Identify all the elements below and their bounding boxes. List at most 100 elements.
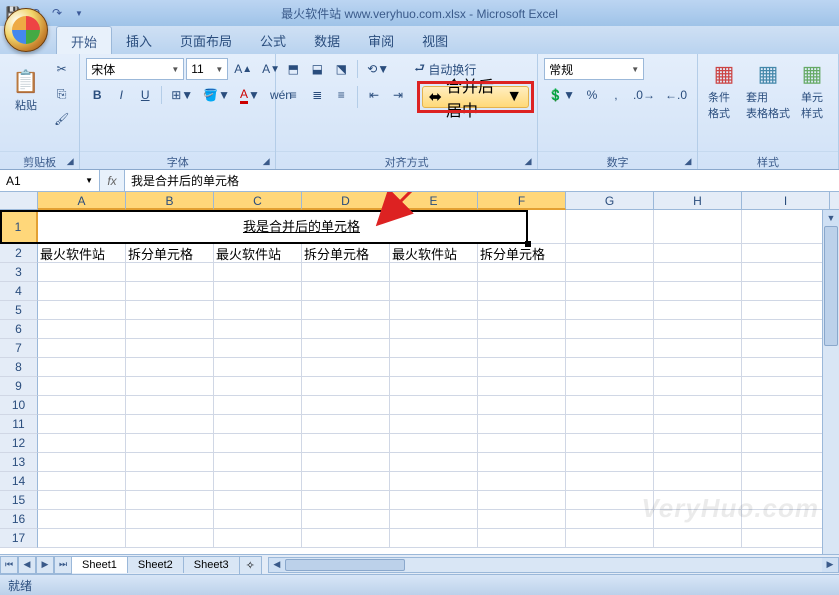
cell[interactable]	[478, 529, 566, 548]
row-header[interactable]: 17	[0, 529, 38, 548]
column-header[interactable]: A	[38, 192, 126, 210]
cell[interactable]	[654, 339, 742, 358]
column-header[interactable]: E	[390, 192, 478, 210]
row-header[interactable]: 1	[0, 210, 38, 244]
cell[interactable]	[214, 434, 302, 453]
cell[interactable]	[654, 263, 742, 282]
cell[interactable]	[566, 210, 654, 244]
font-color-button[interactable]: A▼	[236, 84, 264, 106]
fx-icon[interactable]: fx	[100, 174, 124, 188]
cell[interactable]	[742, 210, 830, 244]
cell[interactable]	[654, 491, 742, 510]
cell[interactable]	[126, 491, 214, 510]
cell[interactable]	[566, 396, 654, 415]
cell[interactable]	[566, 472, 654, 491]
tab-data[interactable]: 数据	[300, 26, 354, 54]
cell[interactable]	[126, 358, 214, 377]
cell[interactable]	[654, 244, 742, 263]
cell[interactable]	[390, 434, 478, 453]
cell[interactable]	[302, 396, 390, 415]
cell[interactable]	[566, 358, 654, 377]
cell[interactable]: 拆分单元格	[126, 244, 214, 263]
row-header[interactable]: 11	[0, 415, 38, 434]
cell[interactable]	[214, 282, 302, 301]
row-header[interactable]: 2	[0, 244, 38, 263]
sheet-tab-2[interactable]: Sheet2	[127, 556, 184, 573]
copy-button[interactable]: ⎘	[50, 83, 73, 105]
font-size-select[interactable]: 11▼	[186, 58, 228, 80]
cell[interactable]	[214, 358, 302, 377]
cell[interactable]: 拆分单元格	[478, 244, 566, 263]
cell[interactable]	[478, 339, 566, 358]
cell[interactable]	[390, 339, 478, 358]
cell[interactable]	[302, 377, 390, 396]
cell[interactable]	[478, 491, 566, 510]
cell[interactable]: 最火软件站	[390, 244, 478, 263]
column-header[interactable]: D	[302, 192, 390, 210]
worksheet-grid[interactable]: ABCDEFGHIJ 1234567891011121314151617 我是合…	[0, 192, 839, 554]
row-header[interactable]: 4	[0, 282, 38, 301]
cell[interactable]	[654, 210, 742, 244]
cell[interactable]: 最火软件站	[214, 244, 302, 263]
cell-styles-button[interactable]: ▦单元 样式	[792, 58, 832, 124]
cell[interactable]	[566, 377, 654, 396]
cell[interactable]	[214, 301, 302, 320]
row-header[interactable]: 6	[0, 320, 38, 339]
cell[interactable]	[742, 320, 830, 339]
row-header[interactable]: 9	[0, 377, 38, 396]
cell[interactable]	[654, 358, 742, 377]
cell[interactable]	[654, 377, 742, 396]
cell[interactable]	[126, 434, 214, 453]
cell[interactable]	[126, 377, 214, 396]
cell[interactable]	[390, 301, 478, 320]
cell[interactable]	[38, 301, 126, 320]
cell[interactable]	[566, 301, 654, 320]
cell[interactable]	[390, 320, 478, 339]
fill-handle[interactable]	[525, 241, 531, 247]
cell[interactable]	[742, 244, 830, 263]
cell[interactable]	[302, 453, 390, 472]
cell[interactable]	[38, 434, 126, 453]
cell[interactable]	[478, 510, 566, 529]
cell[interactable]	[742, 377, 830, 396]
cell[interactable]	[302, 510, 390, 529]
cell[interactable]	[566, 510, 654, 529]
cell[interactable]	[654, 320, 742, 339]
cell[interactable]	[126, 263, 214, 282]
redo-icon[interactable]: ↷	[48, 4, 66, 22]
cell[interactable]	[478, 396, 566, 415]
cell[interactable]	[38, 491, 126, 510]
cell[interactable]	[390, 472, 478, 491]
currency-button[interactable]: 💲▼	[544, 84, 579, 106]
cell[interactable]	[38, 263, 126, 282]
cell[interactable]	[38, 510, 126, 529]
formula-input[interactable]: 我是合并后的单元格	[125, 170, 839, 191]
fill-color-button[interactable]: 🪣▼	[199, 84, 234, 106]
cell[interactable]	[302, 434, 390, 453]
cell[interactable]	[742, 263, 830, 282]
cell[interactable]	[390, 263, 478, 282]
column-header[interactable]: B	[126, 192, 214, 210]
cell[interactable]	[478, 358, 566, 377]
cell[interactable]	[478, 453, 566, 472]
cell[interactable]	[390, 491, 478, 510]
office-button[interactable]	[4, 8, 48, 52]
column-header[interactable]: C	[214, 192, 302, 210]
sheet-nav-first[interactable]: ⏮	[0, 556, 18, 574]
cell[interactable]	[566, 320, 654, 339]
cell[interactable]	[654, 396, 742, 415]
cell[interactable]	[742, 434, 830, 453]
cell[interactable]	[478, 377, 566, 396]
new-sheet-button[interactable]: ✧	[239, 556, 262, 574]
cell[interactable]	[390, 415, 478, 434]
name-box[interactable]: A1▼	[0, 170, 100, 191]
cell[interactable]	[214, 263, 302, 282]
cell[interactable]	[38, 396, 126, 415]
cell[interactable]	[390, 282, 478, 301]
sheet-nav-last[interactable]: ⏭	[54, 556, 72, 574]
scroll-down-icon[interactable]: ▼	[823, 210, 839, 226]
cell[interactable]	[214, 377, 302, 396]
column-header[interactable]: F	[478, 192, 566, 210]
cell[interactable]	[390, 453, 478, 472]
align-middle-button[interactable]: ⬓	[306, 58, 328, 80]
